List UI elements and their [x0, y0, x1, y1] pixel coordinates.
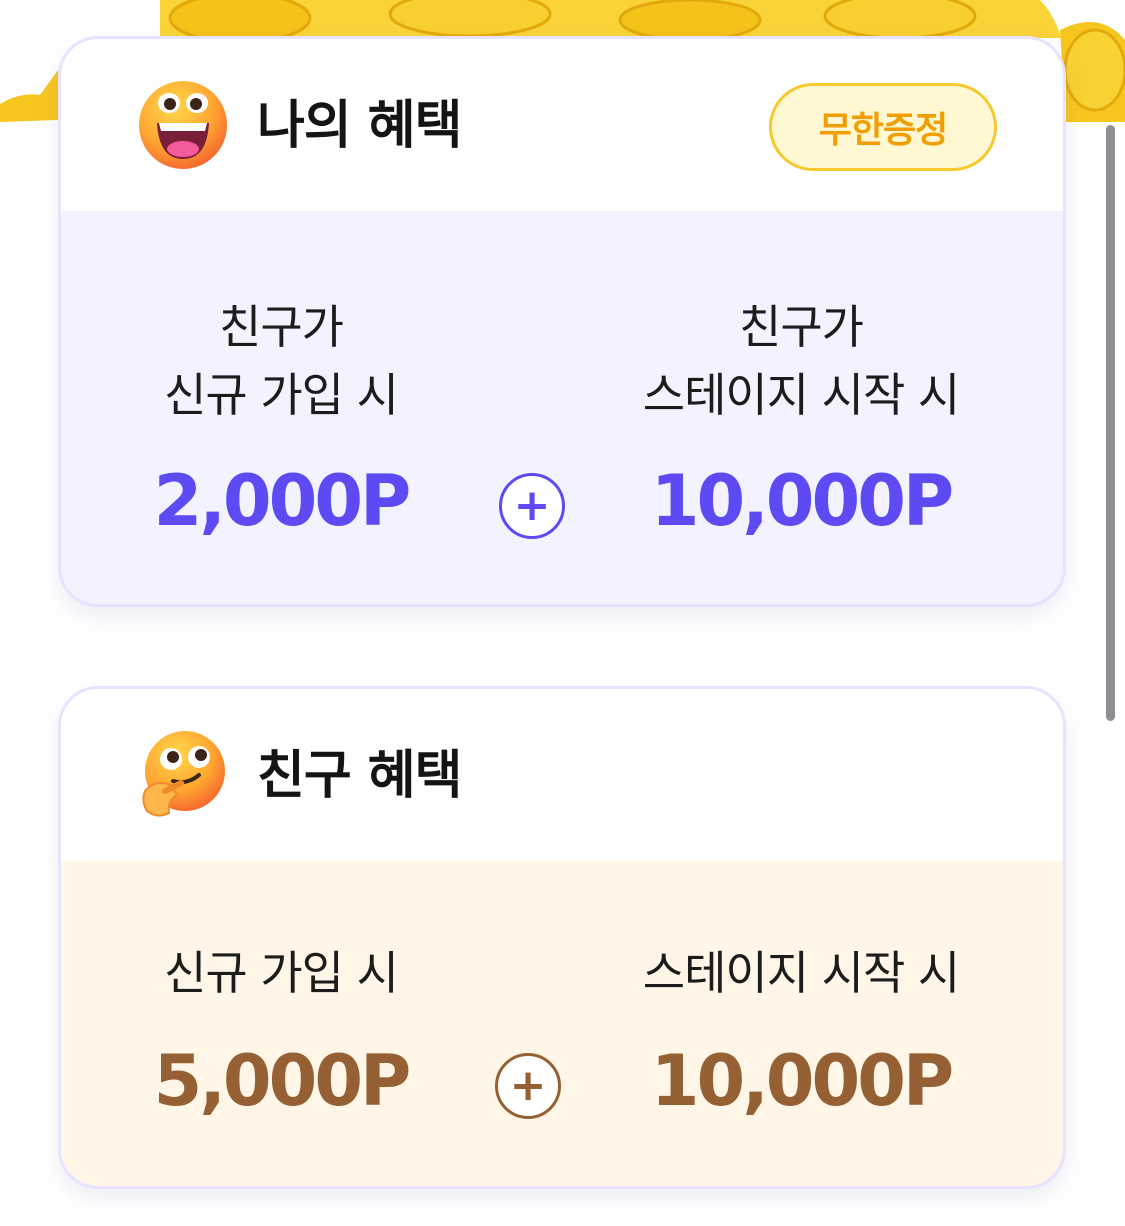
unlimited-badge[interactable]: 무한증정 [769, 83, 997, 171]
card-header: 친구 혜택 [61, 689, 1063, 861]
stage-points: 10,000P [650, 1040, 954, 1122]
signup-condition: 친구가 신규 가입 시 [161, 293, 401, 429]
stage-condition: 스테이지 시작 시 [621, 939, 981, 1007]
condition-line-2: 스테이지 시작 시 [642, 368, 960, 422]
condition-line-1: 스테이지 시작 시 [642, 946, 960, 1000]
signup-points: 5,000P [153, 1040, 412, 1122]
stage-points: 10,000P [650, 460, 954, 542]
grinning-face-icon [139, 81, 227, 169]
card-title: 나의 혜택 [257, 96, 462, 156]
signup-condition: 신규 가입 시 [141, 939, 421, 1007]
condition-line-1: 친구가 [219, 300, 344, 354]
plus-circle-icon: + [495, 1053, 561, 1119]
scrollbar[interactable] [1106, 125, 1115, 721]
card-header: 나의 혜택 무한증정 [61, 39, 1063, 211]
card-body: 신규 가입 시 5,000P + 스테이지 시작 시 10,000P [61, 861, 1063, 1186]
signup-points: 2,000P [153, 460, 412, 542]
my-benefit-card: 나의 혜택 무한증정 친구가 신규 가입 시 2,000P + 친구가 스테이지… [58, 36, 1066, 607]
card-body: 친구가 신규 가입 시 2,000P + 친구가 스테이지 시작 시 10,00… [61, 211, 1063, 604]
thinking-face-icon [142, 731, 225, 817]
friend-benefit-card: 친구 혜택 신규 가입 시 5,000P + 스테이지 시작 시 10,000P [58, 686, 1066, 1189]
stage-condition: 친구가 스테이지 시작 시 [621, 293, 981, 429]
condition-line-1: 신규 가입 시 [164, 946, 399, 1000]
condition-line-2: 신규 가입 시 [164, 368, 399, 422]
card-title: 친구 혜택 [257, 746, 462, 806]
plus-circle-icon: + [499, 473, 565, 539]
condition-line-1: 친구가 [739, 300, 864, 354]
